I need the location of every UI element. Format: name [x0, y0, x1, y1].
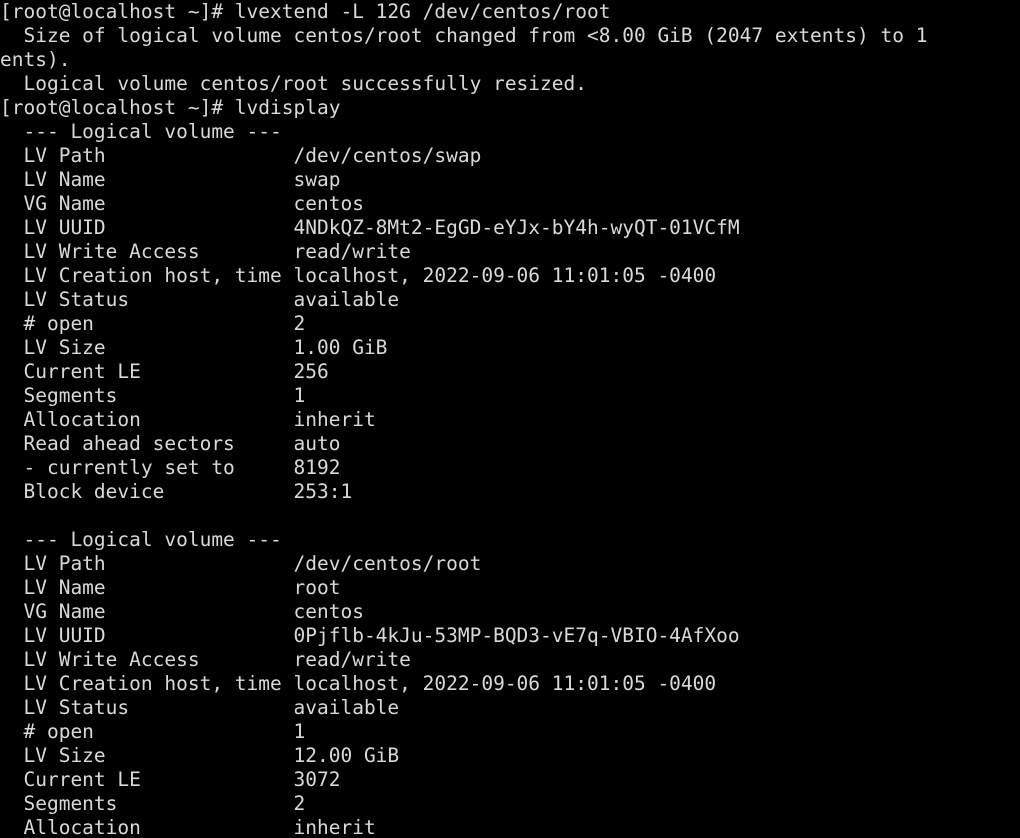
terminal-line: Segments 1 [0, 384, 306, 407]
terminal-line: LV Creation host, time localhost, 2022-0… [0, 672, 717, 695]
terminal-line: --- Logical volume --- [0, 120, 282, 143]
terminal-line: Size of logical volume centos/root chang… [0, 24, 928, 47]
terminal-line: LV Size 12.00 GiB [0, 744, 400, 767]
terminal-line: LV Path /dev/centos/root [0, 552, 482, 575]
terminal-line: LV UUID 4NDkQZ-8Mt2-EgGD-eYJx-bY4h-wyQT-… [0, 216, 740, 239]
terminal-line: LV Write Access read/write [0, 240, 411, 263]
terminal-line: LV Name root [0, 576, 341, 599]
terminal-line: [root@localhost ~]# lvdisplay [0, 96, 341, 119]
terminal-line: Allocation inherit [0, 816, 376, 838]
terminal-line: # open 1 [0, 720, 306, 743]
terminal-line: Current LE 256 [0, 360, 329, 383]
terminal-line: VG Name centos [0, 600, 364, 623]
terminal-line: # open 2 [0, 312, 306, 335]
terminal-line: LV Status available [0, 696, 400, 719]
terminal-line: LV Path /dev/centos/swap [0, 144, 482, 167]
terminal-line: [root@localhost ~]# lvextend -L 12G /dev… [0, 0, 611, 23]
terminal-screen[interactable]: [root@localhost ~]# lvextend -L 12G /dev… [0, 0, 1020, 838]
terminal-line: Read ahead sectors auto [0, 432, 341, 455]
terminal-line: LV UUID 0Pjflb-4kJu-53MP-BQD3-vE7q-VBIO-… [0, 624, 740, 647]
terminal-line: LV Creation host, time localhost, 2022-0… [0, 264, 717, 287]
terminal-line: - currently set to 8192 [0, 456, 341, 479]
terminal-line: LV Write Access read/write [0, 648, 411, 671]
terminal-line: LV Size 1.00 GiB [0, 336, 388, 359]
terminal-line: Block device 253:1 [0, 480, 353, 503]
terminal-line: LV Status available [0, 288, 400, 311]
terminal-line: Current LE 3072 [0, 768, 341, 791]
terminal-line: Segments 2 [0, 792, 306, 815]
terminal-line: Allocation inherit [0, 408, 376, 431]
terminal-line: VG Name centos [0, 192, 364, 215]
terminal-line: ents). [0, 48, 71, 71]
terminal-line: --- Logical volume --- [0, 528, 282, 551]
terminal-line: Logical volume centos/root successfully … [0, 72, 587, 95]
terminal-line: LV Name swap [0, 168, 341, 191]
